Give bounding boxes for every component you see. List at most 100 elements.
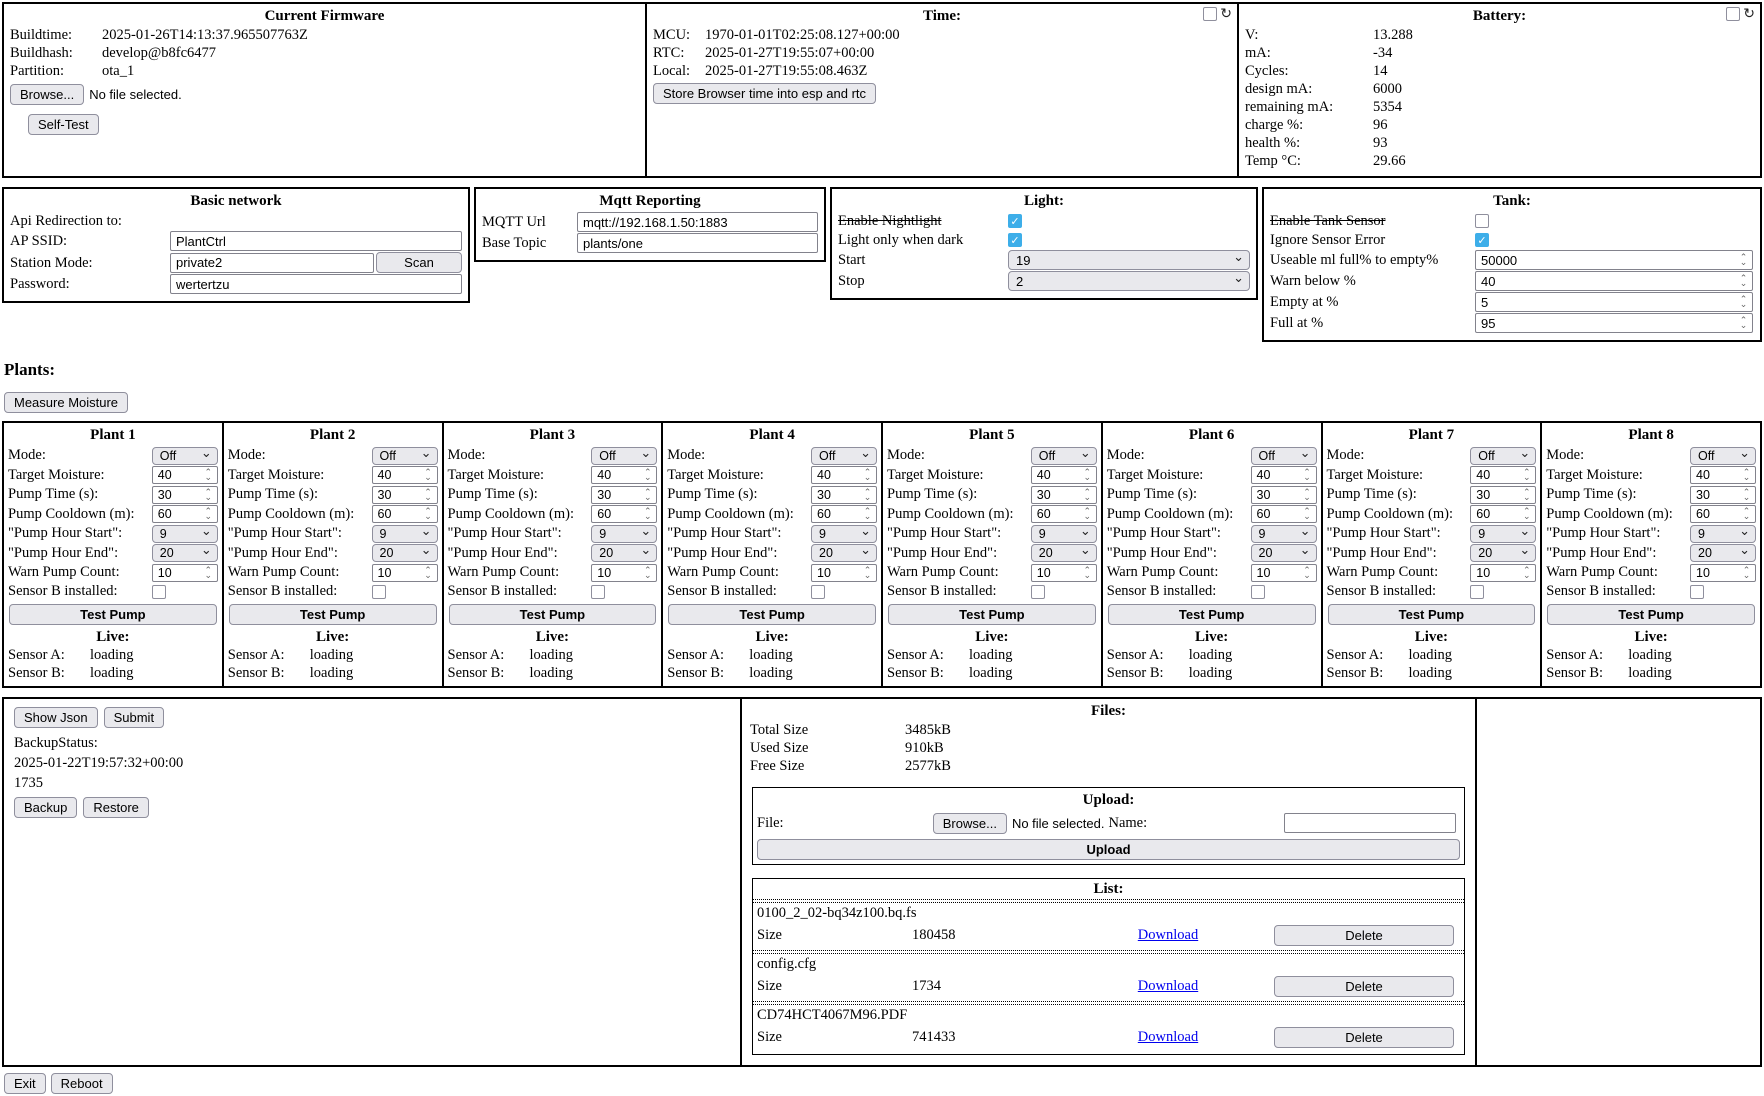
pump-hour-end-select[interactable]: 20⌄ [811,544,877,562]
pump-hour-end-select[interactable]: 20⌄ [1251,544,1317,562]
light-only-dark-checkbox[interactable] [1008,233,1022,247]
mode-select[interactable]: Off⌄ [1690,447,1756,465]
sensor-b-checkbox[interactable] [1251,585,1265,599]
delete-button[interactable]: Delete [1274,1027,1454,1048]
spinner-icon[interactable]: ⌃⌄ [1737,255,1751,265]
pump-time-input[interactable]: 30⌃⌄ [372,486,438,504]
spinner-icon[interactable]: ⌃⌄ [1301,509,1315,519]
scan-button[interactable]: Scan [376,252,462,273]
test-pump-button[interactable]: Test Pump [9,604,217,625]
mode-select[interactable]: Off⌄ [372,447,438,465]
test-pump-button[interactable]: Test Pump [229,604,437,625]
spinner-icon[interactable]: ⌃⌄ [1081,509,1095,519]
spinner-icon[interactable]: ⌃⌄ [1740,470,1754,480]
full-at-input[interactable]: 95⌃⌄ [1475,313,1753,333]
warn-pump-count-input[interactable]: 10⌃⌄ [591,564,657,582]
show-json-button[interactable]: Show Json [14,707,98,728]
test-pump-button[interactable]: Test Pump [668,604,876,625]
mode-select[interactable]: Off⌄ [1031,447,1097,465]
pump-cooldown-input[interactable]: 60⌃⌄ [1251,505,1317,523]
reboot-button[interactable]: Reboot [51,1073,113,1094]
firmware-browse-button[interactable]: Browse... [10,84,84,105]
test-pump-button[interactable]: Test Pump [1108,604,1316,625]
spinner-icon[interactable]: ⌃⌄ [1081,490,1095,500]
spinner-icon[interactable]: ⌃⌄ [422,509,436,519]
light-stop-select[interactable]: 2⌄ [1008,271,1250,291]
download-link[interactable]: Download [1138,927,1198,943]
pump-hour-start-select[interactable]: 9⌄ [152,525,218,543]
warn-pump-count-input[interactable]: 10⌃⌄ [1690,564,1756,582]
pump-hour-start-select[interactable]: 9⌄ [372,525,438,543]
spinner-icon[interactable]: ⌃⌄ [861,490,875,500]
pump-cooldown-input[interactable]: 60⌃⌄ [372,505,438,523]
pump-time-input[interactable]: 30⌃⌄ [591,486,657,504]
pump-time-input[interactable]: 30⌃⌄ [1031,486,1097,504]
battery-refresh-icon[interactable]: ↻ [1743,7,1755,21]
pump-time-input[interactable]: 30⌃⌄ [1470,486,1536,504]
mqtt-url-input[interactable]: mqtt://192.168.1.50:1883 [577,212,818,232]
spinner-icon[interactable]: ⌃⌄ [861,470,875,480]
pump-cooldown-input[interactable]: 60⌃⌄ [1031,505,1097,523]
backup-button[interactable]: Backup [14,797,77,818]
sensor-b-checkbox[interactable] [372,585,386,599]
pump-cooldown-input[interactable]: 60⌃⌄ [1470,505,1536,523]
empty-at-input[interactable]: 5⌃⌄ [1475,292,1753,312]
pump-hour-end-select[interactable]: 20⌄ [152,544,218,562]
spinner-icon[interactable]: ⌃⌄ [861,568,875,578]
download-link[interactable]: Download [1138,1029,1198,1045]
spinner-icon[interactable]: ⌃⌄ [641,470,655,480]
spinner-icon[interactable]: ⌃⌄ [1301,568,1315,578]
spinner-icon[interactable]: ⌃⌄ [1520,490,1534,500]
spinner-icon[interactable]: ⌃⌄ [422,568,436,578]
spinner-icon[interactable]: ⌃⌄ [1520,470,1534,480]
test-pump-button[interactable]: Test Pump [449,604,657,625]
store-browser-time-button[interactable]: Store Browser time into esp and rtc [653,83,876,104]
light-start-select[interactable]: 19⌄ [1008,250,1250,270]
pump-cooldown-input[interactable]: 60⌃⌄ [1690,505,1756,523]
warn-pump-count-input[interactable]: 10⌃⌄ [811,564,877,582]
warn-below-input[interactable]: 40⌃⌄ [1475,271,1753,291]
pump-hour-start-select[interactable]: 9⌄ [1470,525,1536,543]
sensor-b-checkbox[interactable] [1031,585,1045,599]
battery-auto-checkbox[interactable] [1726,7,1740,21]
spinner-icon[interactable]: ⌃⌄ [202,509,216,519]
pump-hour-end-select[interactable]: 20⌄ [1031,544,1097,562]
spinner-icon[interactable]: ⌃⌄ [1740,509,1754,519]
pump-hour-end-select[interactable]: 20⌄ [591,544,657,562]
target-moisture-input[interactable]: 40⌃⌄ [372,466,438,484]
warn-pump-count-input[interactable]: 10⌃⌄ [1251,564,1317,582]
ignore-sensor-error-checkbox[interactable] [1475,233,1489,247]
spinner-icon[interactable]: ⌃⌄ [1520,509,1534,519]
spinner-icon[interactable]: ⌃⌄ [1301,470,1315,480]
pump-hour-end-select[interactable]: 20⌄ [1470,544,1536,562]
spinner-icon[interactable]: ⌃⌄ [1740,490,1754,500]
delete-button[interactable]: Delete [1274,976,1454,997]
pump-hour-start-select[interactable]: 9⌄ [1251,525,1317,543]
pump-cooldown-input[interactable]: 60⌃⌄ [152,505,218,523]
sensor-b-checkbox[interactable] [1690,585,1704,599]
pump-hour-end-select[interactable]: 20⌄ [1690,544,1756,562]
target-moisture-input[interactable]: 40⌃⌄ [1470,466,1536,484]
spinner-icon[interactable]: ⌃⌄ [641,509,655,519]
test-pump-button[interactable]: Test Pump [1328,604,1536,625]
mode-select[interactable]: Off⌄ [811,447,877,465]
enable-tank-sensor-checkbox[interactable] [1475,214,1489,228]
time-auto-checkbox[interactable] [1203,7,1217,21]
spinner-icon[interactable]: ⌃⌄ [1737,318,1751,328]
pump-hour-end-select[interactable]: 20⌄ [372,544,438,562]
pump-hour-start-select[interactable]: 9⌄ [1690,525,1756,543]
upload-name-input[interactable] [1284,813,1456,833]
mode-select[interactable]: Off⌄ [152,447,218,465]
mode-select[interactable]: Off⌄ [1470,447,1536,465]
spinner-icon[interactable]: ⌃⌄ [1081,568,1095,578]
spinner-icon[interactable]: ⌃⌄ [1081,470,1095,480]
test-pump-button[interactable]: Test Pump [1547,604,1755,625]
download-link[interactable]: Download [1138,978,1198,994]
spinner-icon[interactable]: ⌃⌄ [202,568,216,578]
pump-time-input[interactable]: 30⌃⌄ [1251,486,1317,504]
submit-button[interactable]: Submit [104,707,164,728]
target-moisture-input[interactable]: 40⌃⌄ [1690,466,1756,484]
restore-button[interactable]: Restore [83,797,149,818]
target-moisture-input[interactable]: 40⌃⌄ [1031,466,1097,484]
upload-button[interactable]: Upload [757,839,1460,860]
